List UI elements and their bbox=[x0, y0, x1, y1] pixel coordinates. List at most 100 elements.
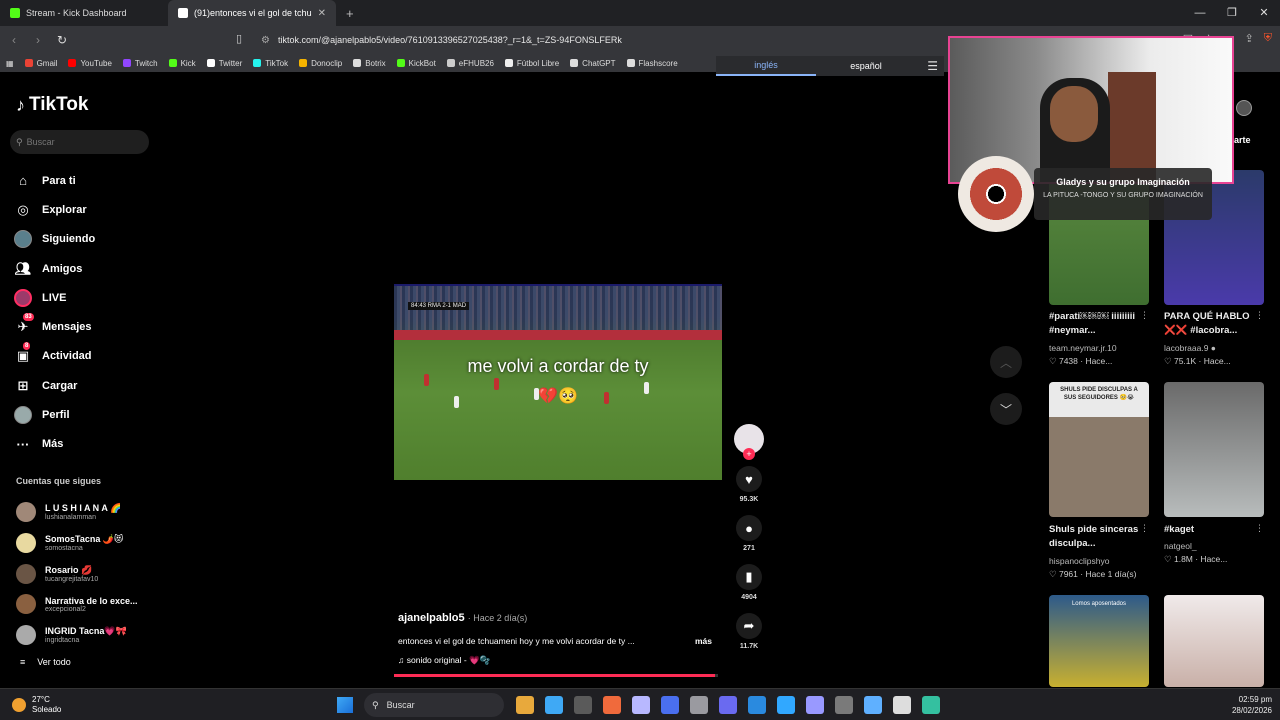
lang-english-tab[interactable]: inglés bbox=[716, 56, 816, 76]
save-action[interactable]: ▮ 4904 bbox=[736, 564, 762, 601]
taskbar-app-icon[interactable] bbox=[864, 696, 882, 714]
taskbar-app-icon[interactable] bbox=[545, 696, 563, 714]
translate-menu-icon[interactable]: ☰ bbox=[927, 59, 938, 73]
url-field[interactable]: ⚙ tiktok.com/@ajanelpablo5/video/7610913… bbox=[255, 30, 945, 50]
bookmark-icon[interactable]: ▮ bbox=[736, 564, 762, 590]
minimize-button[interactable]: — bbox=[1184, 0, 1216, 26]
close-tab-icon[interactable]: ✕ bbox=[318, 8, 326, 19]
video-progress-bar[interactable] bbox=[394, 674, 718, 677]
more-options-icon[interactable]: ⋮ bbox=[1140, 523, 1149, 534]
card-title[interactable]: #kaget bbox=[1164, 523, 1268, 537]
nav-mensajes[interactable]: ✈ 83 Mensajes bbox=[14, 312, 154, 341]
bookmark-twitter[interactable]: Twitter bbox=[206, 59, 242, 68]
next-video-button[interactable]: ﹀ bbox=[990, 393, 1022, 425]
nav-amigos[interactable]: 👥︎ Amigos bbox=[14, 254, 154, 283]
new-tab-button[interactable]: + bbox=[346, 6, 354, 21]
taskbar-app-icon[interactable] bbox=[661, 696, 679, 714]
more-options-icon[interactable]: ⋮ bbox=[1140, 310, 1149, 321]
video-thumbnail[interactable]: SHULS PIDE DISCULPAS A SUS SEGUIDORES 🥺😭 bbox=[1049, 382, 1149, 517]
bookmark-efhub26[interactable]: eFHUB26 bbox=[446, 59, 494, 68]
apps-grid-icon[interactable]: ▦ bbox=[6, 59, 14, 68]
taskbar-app-icon[interactable] bbox=[835, 696, 853, 714]
creator-avatar[interactable]: + bbox=[734, 424, 764, 460]
taskbar-app-icon[interactable] bbox=[719, 696, 737, 714]
tiktok-logo[interactable]: ♪ TikTok bbox=[16, 94, 88, 116]
following-account[interactable]: Narrativa de lo exce... excepcional2 bbox=[16, 589, 156, 620]
following-account[interactable]: Rosario 💋 tucangrejitafav10 bbox=[16, 558, 156, 589]
taskbar-app-icon[interactable] bbox=[748, 696, 766, 714]
previous-video-button[interactable]: ︿ bbox=[990, 346, 1022, 378]
taskbar-app-icon[interactable] bbox=[777, 696, 795, 714]
nav-mas[interactable]: ··· Más bbox=[14, 430, 154, 459]
see-all-link[interactable]: ≡ Ver todo bbox=[20, 657, 71, 667]
sound-link[interactable]: ♫ sonido original - 💗🫧 bbox=[398, 655, 718, 666]
card-title[interactable]: #parati￼￼￼ iiiiiiiii #neymar... bbox=[1049, 310, 1153, 338]
bookmark-kickbot[interactable]: KickBot bbox=[396, 59, 436, 68]
comment-action[interactable]: ● 271 bbox=[736, 515, 762, 552]
follow-plus-icon[interactable]: + bbox=[743, 448, 755, 460]
nav-actividad[interactable]: ▣ 8 Actividad bbox=[14, 342, 154, 371]
share-icon[interactable]: ➦ bbox=[736, 613, 762, 639]
weather-widget[interactable]: 27°C Soleado bbox=[12, 695, 61, 715]
video-thumbnail[interactable] bbox=[1164, 595, 1264, 687]
card-handle[interactable]: natgeol_ bbox=[1164, 541, 1197, 551]
taskbar-app-icon[interactable] bbox=[806, 696, 824, 714]
bookmark-donoclip[interactable]: Donoclip bbox=[299, 59, 342, 68]
nav-live[interactable]: LIVE bbox=[14, 283, 154, 312]
card-handle[interactable]: hispanoclipshyo bbox=[1049, 556, 1109, 566]
bookmark-tiktok[interactable]: TikTok bbox=[253, 59, 288, 68]
maximize-button[interactable]: ❐ bbox=[1216, 0, 1248, 26]
taskbar-app-icon[interactable] bbox=[603, 696, 621, 714]
bookmark-kick[interactable]: Kick bbox=[168, 59, 196, 68]
start-button[interactable] bbox=[337, 697, 353, 713]
card-title[interactable]: PARA QUÉ HABLO ❌❌ #lacobra... bbox=[1164, 310, 1268, 338]
taskbar-app-icon[interactable] bbox=[922, 696, 940, 714]
profile-avatar[interactable] bbox=[1236, 100, 1252, 116]
following-account[interactable]: L U S H I A N A 🌈 lushianalamman bbox=[16, 497, 156, 528]
bookmark-page-icon[interactable]: ▯ bbox=[236, 32, 242, 45]
card-handle[interactable]: lacobraaa.9 ● bbox=[1164, 343, 1216, 353]
back-button[interactable]: ‹ bbox=[4, 33, 24, 47]
reload-icon[interactable]: ↻ bbox=[52, 33, 72, 47]
close-window-button[interactable]: ✕ bbox=[1248, 0, 1280, 26]
following-account[interactable]: SomosTacna 🌶️😻 somostacna bbox=[16, 528, 156, 559]
clock[interactable]: 02:59 pm 28/02/2026 bbox=[1232, 694, 1272, 716]
nav-perfil[interactable]: Perfil bbox=[14, 400, 154, 429]
taskbar-app-icon[interactable] bbox=[893, 696, 911, 714]
share-page-icon[interactable]: ⇪ bbox=[1245, 32, 1254, 48]
nav-explorar[interactable]: ◎ Explorar bbox=[14, 195, 154, 224]
card-title[interactable]: Shuls pide sinceras disculpa... bbox=[1049, 523, 1153, 551]
bookmark-botrix[interactable]: Botrix bbox=[353, 59, 386, 68]
comment-icon[interactable]: ● bbox=[736, 515, 762, 541]
search-input[interactable] bbox=[26, 137, 137, 147]
site-info-icon[interactable]: ⚙ bbox=[261, 35, 270, 46]
following-account[interactable]: INGRID Tacna💗🎀 ingridtacna bbox=[16, 620, 156, 651]
bookmark-futbol-libre[interactable]: Fútbol Libre bbox=[504, 59, 559, 68]
heart-icon[interactable]: ♥ bbox=[736, 466, 762, 492]
video-thumbnail[interactable] bbox=[1164, 382, 1264, 517]
share-action[interactable]: ➦ 11.7K bbox=[736, 613, 762, 650]
more-link[interactable]: más bbox=[695, 636, 712, 646]
more-options-icon[interactable]: ⋮ bbox=[1255, 523, 1264, 534]
bookmark-twitch[interactable]: Twitch bbox=[122, 59, 158, 68]
taskbar-app-icon[interactable] bbox=[690, 696, 708, 714]
bookmark-chatgpt[interactable]: ChatGPT bbox=[570, 59, 616, 68]
video-author[interactable]: ajanelpablo5 · Hace 2 día(s) bbox=[398, 612, 718, 624]
taskbar-search[interactable]: ⚲ Buscar bbox=[364, 693, 504, 717]
lang-spanish-tab[interactable]: español bbox=[816, 57, 916, 75]
forward-button[interactable]: › bbox=[28, 33, 48, 47]
tab-tiktok[interactable]: (91)entonces vi el gol de tchu ✕ bbox=[168, 0, 336, 26]
nav-para-ti[interactable]: ⌂ Para ti bbox=[14, 166, 154, 195]
video-thumbnail[interactable]: Lomos aposentados bbox=[1049, 595, 1149, 687]
search-box[interactable]: ⚲ bbox=[10, 130, 149, 154]
card-handle[interactable]: team.neymar.jr.10 bbox=[1049, 343, 1117, 353]
bookmark-flashscore[interactable]: Flashscore bbox=[626, 59, 678, 68]
like-action[interactable]: ♥ 95.3K bbox=[736, 466, 762, 503]
brave-shield-icon[interactable]: ⛨ bbox=[1264, 32, 1272, 48]
bookmark-gmail[interactable]: Gmail bbox=[24, 59, 57, 68]
tab-kick-dashboard[interactable]: Stream - Kick Dashboard bbox=[0, 0, 168, 26]
nav-cargar[interactable]: ⊞ Cargar bbox=[14, 371, 154, 400]
more-options-icon[interactable]: ⋮ bbox=[1255, 310, 1264, 321]
taskbar-app-icon[interactable] bbox=[574, 696, 592, 714]
taskbar-app-icon[interactable] bbox=[632, 696, 650, 714]
